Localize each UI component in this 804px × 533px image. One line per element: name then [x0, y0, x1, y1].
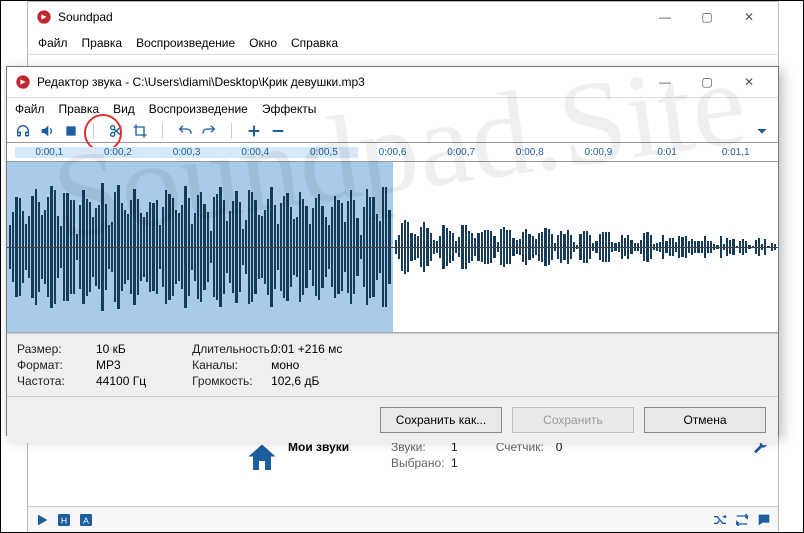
ruler-tick: 0:00,1: [15, 147, 84, 158]
editor-menu-effects[interactable]: Эффекты: [262, 102, 317, 116]
home-icon: [244, 440, 280, 476]
volume-label: Громкость:: [192, 374, 267, 388]
channels-label: Каналы:: [192, 358, 267, 372]
editor-menu-edit[interactable]: Правка: [59, 102, 100, 116]
bg-selected-label: Выбрано:: [391, 456, 451, 470]
editor-minimize-button[interactable]: —: [644, 68, 686, 96]
shuffle-icon[interactable]: [712, 512, 728, 528]
freq-label: Частота:: [17, 374, 92, 388]
ruler-tick: 0:00,2: [84, 147, 153, 158]
editor-titlebar: Редактор звука - C:\Users\diami\Desktop\…: [7, 67, 778, 98]
speaker-icon[interactable]: [39, 123, 55, 139]
ruler-tick: 0:01: [633, 147, 702, 158]
editor-logo-icon: [15, 74, 31, 90]
svg-text:Н: Н: [61, 515, 67, 525]
format-label: Формат:: [17, 358, 92, 372]
waveform-axis: [7, 247, 778, 248]
bg-menu-window[interactable]: Окно: [249, 36, 277, 50]
info-panel: Размер: 10 кБ Формат: MP3 Частота: 44100 Гц…: [7, 333, 778, 396]
headphones-icon[interactable]: [15, 123, 31, 139]
letter-n-icon[interactable]: Н: [56, 512, 72, 528]
bg-window-title: Soundpad: [58, 10, 644, 24]
bg-menu-edit[interactable]: Правка: [82, 36, 123, 50]
bg-menubar: Файл Правка Воспроизведение Окно Справка: [28, 32, 778, 55]
cut-icon[interactable]: [108, 123, 124, 139]
editor-toolbar: [7, 120, 778, 142]
ruler-tick: 0:00,7: [427, 147, 496, 158]
ruler-tick: 0:00,3: [152, 147, 221, 158]
duration-val: 0:01 +216 мс: [271, 342, 342, 356]
duration-label: Длительность:: [192, 342, 267, 356]
ruler-tick: 0:00,4: [221, 147, 290, 158]
editor-maximize-button[interactable]: ▢: [686, 68, 728, 96]
crop-icon[interactable]: [132, 123, 148, 139]
audio-editor-window: Редактор звука - C:\Users\diami\Desktop\…: [6, 66, 779, 436]
volume-val: 102,6 дБ: [271, 374, 342, 388]
editor-close-button[interactable]: ✕: [728, 68, 770, 96]
ruler-tick: 0:00,6: [358, 147, 427, 158]
comment-icon[interactable]: [756, 512, 772, 528]
bg-menu-play[interactable]: Воспроизведение: [136, 36, 235, 50]
repeat-icon[interactable]: [734, 512, 750, 528]
ruler-tick: 0:00,9: [564, 147, 633, 158]
editor-menu-play[interactable]: Воспроизведение: [149, 102, 248, 116]
bg-maximize-button[interactable]: ▢: [686, 3, 728, 31]
editor-menu-file[interactable]: Файл: [15, 102, 45, 116]
waveform-area[interactable]: [7, 162, 778, 333]
bg-titlebar: Soundpad — ▢ ✕: [28, 2, 778, 32]
bg-sound-list-row[interactable]: Мои звуки Звуки:1 Выбрано:1 Счетчик:0: [28, 438, 778, 490]
timeline-ruler[interactable]: 0:00,10:00,20:00,30:00,40:00,50:00,60:00…: [7, 142, 778, 162]
letter-a-icon[interactable]: А: [78, 512, 94, 528]
ruler-tick: 0:00,5: [290, 147, 359, 158]
freq-val: 44100 Гц: [96, 374, 146, 388]
ruler-tick: 0:01,1: [701, 147, 770, 158]
size-val: 10 кБ: [96, 342, 146, 356]
bg-minimize-button[interactable]: —: [644, 3, 686, 31]
bg-selected-val: 1: [451, 456, 458, 470]
redo-icon[interactable]: [201, 123, 217, 139]
bg-menu-help[interactable]: Справка: [291, 36, 338, 50]
app-logo-icon: [36, 9, 52, 25]
zoom-in-icon[interactable]: [246, 123, 262, 139]
play-icon[interactable]: [34, 512, 50, 528]
format-val: MP3: [96, 358, 146, 372]
stop-icon[interactable]: [63, 123, 79, 139]
ruler-tick: 0:00,8: [495, 147, 564, 158]
editor-menubar: Файл Правка Вид Воспроизведение Эффекты: [7, 98, 778, 120]
size-label: Размер:: [17, 342, 92, 356]
bg-close-button[interactable]: ✕: [728, 3, 770, 31]
zoom-out-icon[interactable]: [270, 123, 286, 139]
svg-text:А: А: [83, 515, 89, 525]
editor-menu-view[interactable]: Вид: [113, 102, 135, 116]
bg-bottom-toolbar: Н А: [28, 506, 778, 533]
button-bar: Сохранить как... Сохранить Отмена: [7, 396, 778, 443]
menu-dropdown-icon[interactable]: [754, 123, 770, 139]
undo-icon[interactable]: [177, 123, 193, 139]
bg-menu-file[interactable]: Файл: [38, 36, 68, 50]
channels-val: моно: [271, 358, 342, 372]
save-as-button[interactable]: Сохранить как...: [380, 407, 502, 433]
save-button: Сохранить: [512, 407, 634, 433]
cancel-button[interactable]: Отмена: [644, 407, 766, 433]
editor-window-title: Редактор звука - C:\Users\diami\Desktop\…: [37, 75, 644, 89]
